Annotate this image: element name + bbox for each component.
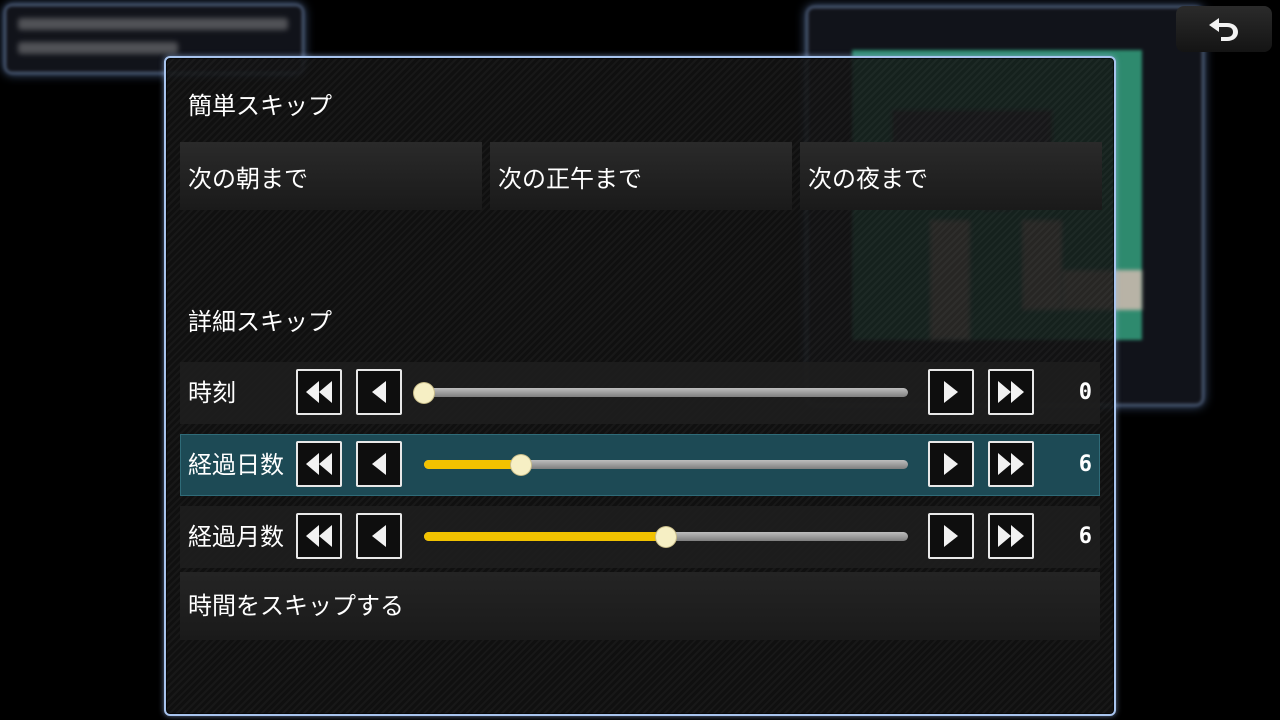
blurred-status-text (18, 18, 288, 30)
months-step-back-button[interactable] (356, 513, 402, 559)
double-right-triangle-icon (998, 525, 1024, 547)
skip-to-morning-button[interactable]: 次の朝まで (180, 142, 482, 210)
days-step-forward-button[interactable] (928, 441, 974, 487)
time-skip-dialog: 簡単スキップ 次の朝まで 次の正午まで 次の夜まで 詳細スキップ 時刻 0 経過… (164, 56, 1116, 716)
double-right-triangle-icon (998, 453, 1024, 475)
time-step-forward-button[interactable] (928, 369, 974, 415)
detail-skip-title: 詳細スキップ (188, 308, 332, 336)
elapsed-months-value: 6 (1078, 524, 1092, 549)
skip-to-night-button[interactable]: 次の夜まで (800, 142, 1102, 210)
slider-knob[interactable] (510, 455, 531, 475)
time-fast-back-button[interactable] (296, 369, 342, 415)
time-value: 0 (1078, 380, 1092, 405)
months-step-forward-button[interactable] (928, 513, 974, 559)
time-step-back-button[interactable] (356, 369, 402, 415)
double-right-triangle-icon (998, 381, 1024, 403)
slider-knob[interactable] (656, 527, 676, 547)
months-fast-back-button[interactable] (296, 513, 342, 559)
time-fast-forward-button[interactable] (988, 369, 1034, 415)
months-fast-forward-button[interactable] (988, 513, 1034, 559)
right-triangle-icon (944, 381, 958, 403)
elapsed-days-row: 経過日数 6 (180, 434, 1100, 496)
blurred-status-text (18, 42, 178, 54)
days-step-back-button[interactable] (356, 441, 402, 487)
skip-time-button[interactable]: 時間をスキップする (180, 572, 1100, 640)
skip-to-noon-button[interactable]: 次の正午まで (490, 142, 792, 210)
return-arrow-icon (1209, 18, 1238, 41)
time-row: 時刻 0 (180, 362, 1100, 424)
time-slider[interactable] (414, 383, 908, 403)
skip-to-night-label: 次の夜まで (808, 164, 928, 193)
elapsed-months-row: 経過月数 6 (180, 506, 1100, 568)
elapsed-months-slider[interactable] (424, 527, 908, 547)
days-fast-forward-button[interactable] (988, 441, 1034, 487)
back-button[interactable] (1176, 6, 1272, 52)
right-triangle-icon (944, 525, 958, 547)
left-triangle-icon (372, 381, 386, 403)
left-triangle-icon (372, 525, 386, 547)
right-triangle-icon (944, 453, 958, 475)
slider-fill (424, 460, 521, 469)
elapsed-days-slider[interactable] (424, 455, 908, 475)
elapsed-days-value: 6 (1078, 452, 1092, 477)
double-left-triangle-icon (306, 381, 332, 403)
time-label: 時刻 (188, 379, 236, 407)
skip-to-morning-label: 次の朝まで (188, 164, 308, 193)
quick-skip-title: 簡単スキップ (188, 92, 332, 120)
days-fast-back-button[interactable] (296, 441, 342, 487)
slider-fill (424, 532, 666, 541)
double-left-triangle-icon (306, 525, 332, 547)
elapsed-months-label: 経過月数 (188, 523, 284, 551)
double-left-triangle-icon (306, 453, 332, 475)
elapsed-days-label: 経過日数 (188, 451, 284, 479)
slider-knob[interactable] (414, 383, 434, 403)
left-triangle-icon (372, 453, 386, 475)
skip-to-noon-label: 次の正午まで (498, 164, 642, 193)
slider-track (424, 388, 908, 397)
